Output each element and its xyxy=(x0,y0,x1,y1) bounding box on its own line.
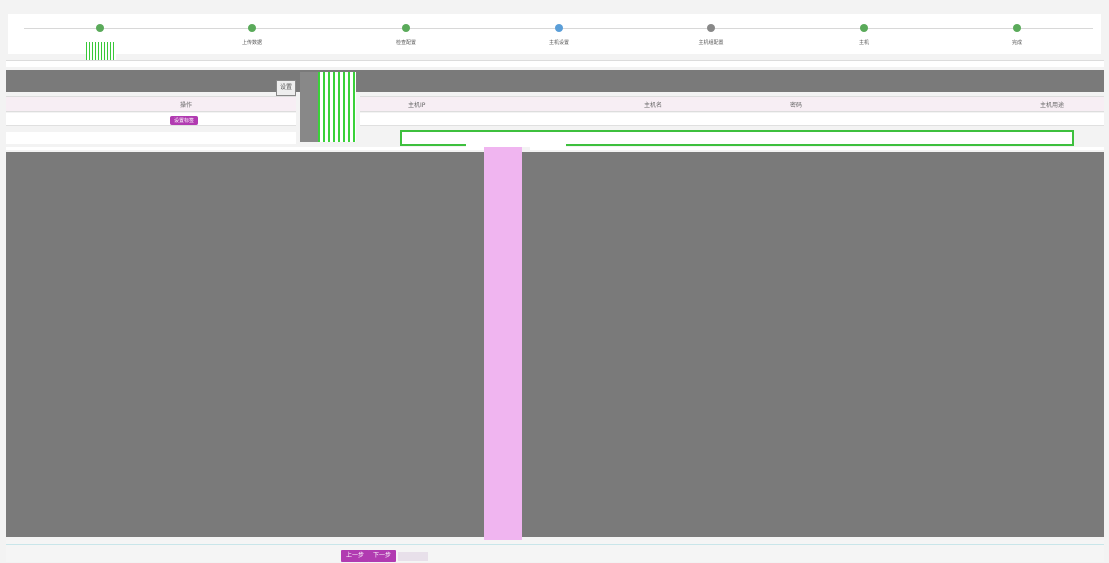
settings-icon[interactable]: 设置 xyxy=(276,80,296,96)
step-5[interactable]: 主机组配置 xyxy=(656,24,766,46)
footer-divider xyxy=(6,544,1104,545)
step-7[interactable]: 完成 xyxy=(962,24,1072,46)
table-header-right: 主机IP 主机名 密码 主机用途 xyxy=(360,96,1104,112)
column-header-ip: 主机IP xyxy=(408,102,426,109)
step-label: 主机 xyxy=(858,40,869,46)
table-row xyxy=(6,132,296,144)
set-tag-button[interactable]: 设置标签 xyxy=(170,115,199,125)
step-label: 主机组配置 xyxy=(698,40,724,46)
step-dot xyxy=(248,24,256,32)
render-artifact xyxy=(318,72,356,142)
column-header-password: 密码 xyxy=(790,102,803,109)
step-2[interactable]: 上传数据 xyxy=(197,24,307,46)
panel-divider[interactable] xyxy=(484,140,522,540)
separator-band xyxy=(6,60,1104,67)
column-gap xyxy=(300,72,318,142)
step-label: 完成 xyxy=(1011,40,1022,46)
set-tag-button-label: 设置标签 xyxy=(170,116,199,125)
settings-icon-label: 设置 xyxy=(279,84,292,91)
step-dot xyxy=(555,24,563,32)
step-dot xyxy=(860,24,868,32)
step-dot xyxy=(402,24,410,32)
step-4[interactable]: 主机设置 xyxy=(504,24,614,46)
render-artifact xyxy=(398,552,428,561)
step-label: 上传数据 xyxy=(241,40,262,46)
step-3[interactable]: 检查配置 xyxy=(351,24,461,46)
step-label: 检查配置 xyxy=(395,40,416,46)
step-dot xyxy=(1013,24,1021,32)
step-1[interactable] xyxy=(45,24,155,39)
table-bottom-border xyxy=(6,147,484,150)
toolbar-panel xyxy=(6,70,1104,92)
column-header-hostname: 主机名 xyxy=(644,102,663,109)
next-step-button[interactable]: 下一步 xyxy=(368,550,397,562)
step-dot xyxy=(96,24,104,32)
table-row[interactable] xyxy=(360,113,1104,126)
previous-step-button[interactable]: 上一步 xyxy=(341,550,370,562)
table-bottom-border xyxy=(530,147,1104,150)
table-header-left: 操作 xyxy=(6,96,296,112)
render-artifact xyxy=(86,42,116,60)
progress-stepper: 上传数据 检查配置 主机设置 主机组配置 主机 完成 xyxy=(8,14,1101,54)
step-6[interactable]: 主机 xyxy=(809,24,919,46)
column-header-actions: 操作 xyxy=(180,102,193,109)
left-content-panel xyxy=(6,152,484,537)
step-dot xyxy=(707,24,715,32)
render-artifact xyxy=(466,137,566,147)
right-content-panel xyxy=(522,152,1104,537)
column-header-usage: 主机用途 xyxy=(1040,102,1065,109)
step-label: 主机设置 xyxy=(548,40,569,46)
table-row xyxy=(6,113,296,126)
